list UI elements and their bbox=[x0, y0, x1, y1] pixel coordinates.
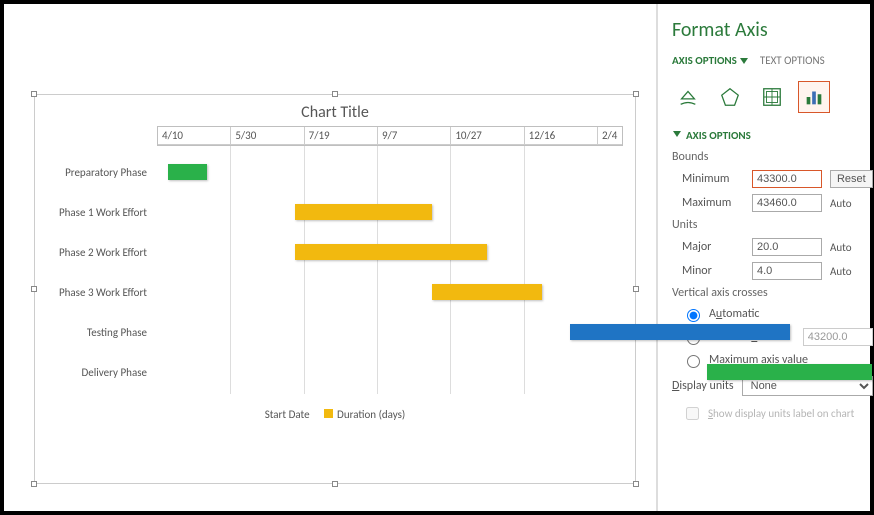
auto-label: Auto bbox=[830, 241, 852, 254]
checkbox-label: Show display units label on chart bbox=[708, 407, 854, 420]
axis-value-input[interactable] bbox=[803, 328, 873, 346]
effects-icon[interactable] bbox=[714, 81, 746, 113]
category-label: Phase 3 Work Effort bbox=[47, 286, 153, 299]
category-label: Phase 2 Work Effort bbox=[47, 246, 153, 259]
reset-button[interactable]: Reset bbox=[830, 170, 873, 188]
panel-title: Format Axis bbox=[672, 18, 873, 42]
category-label: Testing Phase bbox=[47, 326, 153, 339]
resize-handle[interactable] bbox=[31, 286, 37, 292]
chart-title[interactable]: Chart Title bbox=[35, 95, 635, 126]
axis-tick: 7/19 bbox=[305, 127, 378, 144]
major-label: Major bbox=[672, 240, 744, 254]
gridline bbox=[230, 146, 231, 394]
gridline bbox=[450, 146, 451, 394]
tab-label: AXIS OPTIONS bbox=[672, 54, 737, 67]
minor-unit-input[interactable] bbox=[752, 262, 822, 280]
data-bar[interactable] bbox=[295, 204, 433, 220]
resize-handle[interactable] bbox=[633, 481, 639, 487]
section-axis-options[interactable]: AXIS OPTIONS bbox=[672, 129, 873, 142]
axis-options-icon[interactable] bbox=[798, 81, 830, 113]
legend-swatch-icon bbox=[324, 409, 333, 418]
category-label: Phase 1 Work Effort bbox=[47, 206, 153, 219]
display-units-label: Display units bbox=[672, 379, 734, 393]
chart-legend[interactable]: Start Date Duration (days) bbox=[35, 394, 635, 427]
gridline bbox=[377, 146, 378, 394]
plot-area[interactable]: Preparatory PhasePhase 1 Work EffortPhas… bbox=[157, 146, 623, 394]
minimum-input[interactable] bbox=[752, 170, 822, 188]
chart-object[interactable]: Chart Title 4/105/307/199/710/2712/162/4… bbox=[34, 94, 636, 484]
format-axis-panel: Format Axis AXIS OPTIONS TEXT OPTIONS AX… bbox=[656, 4, 874, 511]
resize-handle[interactable] bbox=[633, 91, 639, 97]
resize-handle[interactable] bbox=[633, 286, 639, 292]
radio-label: Automatic bbox=[709, 307, 759, 321]
data-bar[interactable] bbox=[707, 364, 872, 380]
category-label: Preparatory Phase bbox=[47, 166, 153, 179]
radio-automatic[interactable] bbox=[687, 309, 700, 322]
gridline bbox=[524, 146, 525, 394]
category-label: Delivery Phase bbox=[47, 366, 153, 379]
chart-area: Chart Title 4/105/307/199/710/2712/162/4… bbox=[4, 4, 656, 511]
resize-handle[interactable] bbox=[31, 481, 37, 487]
resize-handle[interactable] bbox=[31, 91, 37, 97]
axis-tick: 4/10 bbox=[158, 127, 231, 144]
vertical-axis-crosses-label: Vertical axis crosses bbox=[672, 286, 873, 300]
axis-tick: 5/30 bbox=[231, 127, 304, 144]
section-label: AXIS OPTIONS bbox=[686, 129, 751, 142]
units-label: Units bbox=[672, 218, 873, 232]
legend-entry: Start Date bbox=[265, 408, 310, 421]
tab-axis-options[interactable]: AXIS OPTIONS bbox=[672, 54, 748, 67]
dropdown-icon bbox=[740, 58, 748, 64]
auto-label: Auto bbox=[830, 197, 852, 210]
legend-entry: Duration (days) bbox=[337, 408, 405, 421]
axis-tick: 9/7 bbox=[378, 127, 451, 144]
fill-line-icon[interactable] bbox=[672, 81, 704, 113]
size-properties-icon[interactable] bbox=[756, 81, 788, 113]
radio-max-axis-value[interactable] bbox=[687, 355, 700, 368]
axis-tick: 12/16 bbox=[525, 127, 598, 144]
axis-tick: 10/27 bbox=[451, 127, 524, 144]
resize-handle[interactable] bbox=[332, 91, 338, 97]
x-axis[interactable]: 4/105/307/199/710/2712/162/4 bbox=[157, 126, 623, 146]
auto-label: Auto bbox=[830, 265, 852, 278]
maximum-label: Maximum bbox=[672, 196, 744, 210]
tab-text-options[interactable]: TEXT OPTIONS bbox=[760, 54, 825, 67]
bounds-label: Bounds bbox=[672, 150, 873, 164]
minor-label: Minor bbox=[672, 264, 744, 278]
gridline bbox=[304, 146, 305, 394]
maximum-input[interactable] bbox=[752, 194, 822, 212]
major-unit-input[interactable] bbox=[752, 238, 822, 256]
minimum-label: Minimum bbox=[672, 172, 744, 186]
data-bar[interactable] bbox=[295, 244, 488, 260]
data-bar[interactable] bbox=[432, 284, 542, 300]
resize-handle[interactable] bbox=[332, 481, 338, 487]
axis-tick: 2/4 bbox=[598, 127, 622, 144]
data-bar[interactable] bbox=[168, 164, 207, 180]
show-display-units-checkbox bbox=[686, 407, 699, 420]
data-bar[interactable] bbox=[570, 324, 790, 340]
